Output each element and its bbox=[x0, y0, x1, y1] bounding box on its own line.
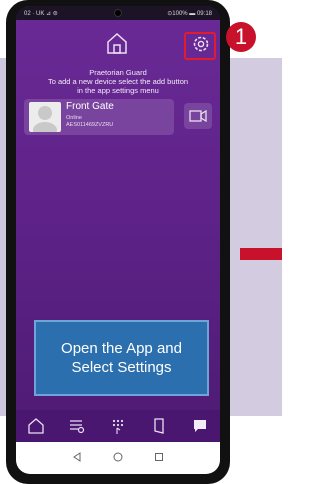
status-left: 02 · UK ⊿ ⊜ bbox=[24, 10, 58, 17]
device-card[interactable]: Front Gate Online AES011469ZVZRU bbox=[24, 99, 174, 135]
system-navigation-bar bbox=[16, 442, 220, 474]
front-camera bbox=[114, 9, 122, 17]
back-icon[interactable] bbox=[72, 449, 82, 467]
device-id: AES011469ZVZRU bbox=[66, 122, 114, 128]
home-circle-icon[interactable] bbox=[113, 449, 123, 467]
red-arrow-indicator bbox=[240, 248, 282, 260]
step-number-badge: 1 bbox=[226, 22, 256, 52]
hint-line-2: in the app settings menu bbox=[77, 86, 159, 95]
keypad-icon[interactable] bbox=[107, 415, 129, 437]
slide-background-right bbox=[222, 58, 282, 416]
device-avatar bbox=[29, 102, 61, 132]
door-icon[interactable] bbox=[148, 415, 170, 437]
video-call-button[interactable] bbox=[184, 103, 212, 129]
device-name: Front Gate bbox=[66, 101, 114, 112]
app-name: Praetorian Guard bbox=[89, 68, 147, 77]
app-screen: 02 · UK ⊿ ⊜ ⊙100% ▬ 09:18 Praetorian Gua… bbox=[16, 6, 220, 474]
video-camera-icon bbox=[189, 109, 207, 123]
settings-highlight-box bbox=[184, 32, 216, 60]
instruction-callout: Open the App and Select Settings bbox=[34, 320, 209, 396]
bottom-navigation bbox=[16, 410, 220, 442]
home-icon[interactable] bbox=[104, 30, 130, 56]
hint-line-1: To add a new device select the add butto… bbox=[47, 77, 189, 86]
phone-frame: 02 · UK ⊿ ⊜ ⊙100% ▬ 09:18 Praetorian Gua… bbox=[6, 0, 230, 484]
home-icon[interactable] bbox=[25, 415, 47, 437]
message-icon[interactable] bbox=[189, 415, 211, 437]
device-list-icon[interactable] bbox=[66, 415, 88, 437]
device-status: Online bbox=[66, 115, 82, 121]
header-text: Praetorian Guard To add a new device sel… bbox=[16, 68, 220, 95]
status-right: ⊙100% ▬ 09:18 bbox=[167, 10, 212, 17]
recents-icon[interactable] bbox=[154, 449, 164, 467]
